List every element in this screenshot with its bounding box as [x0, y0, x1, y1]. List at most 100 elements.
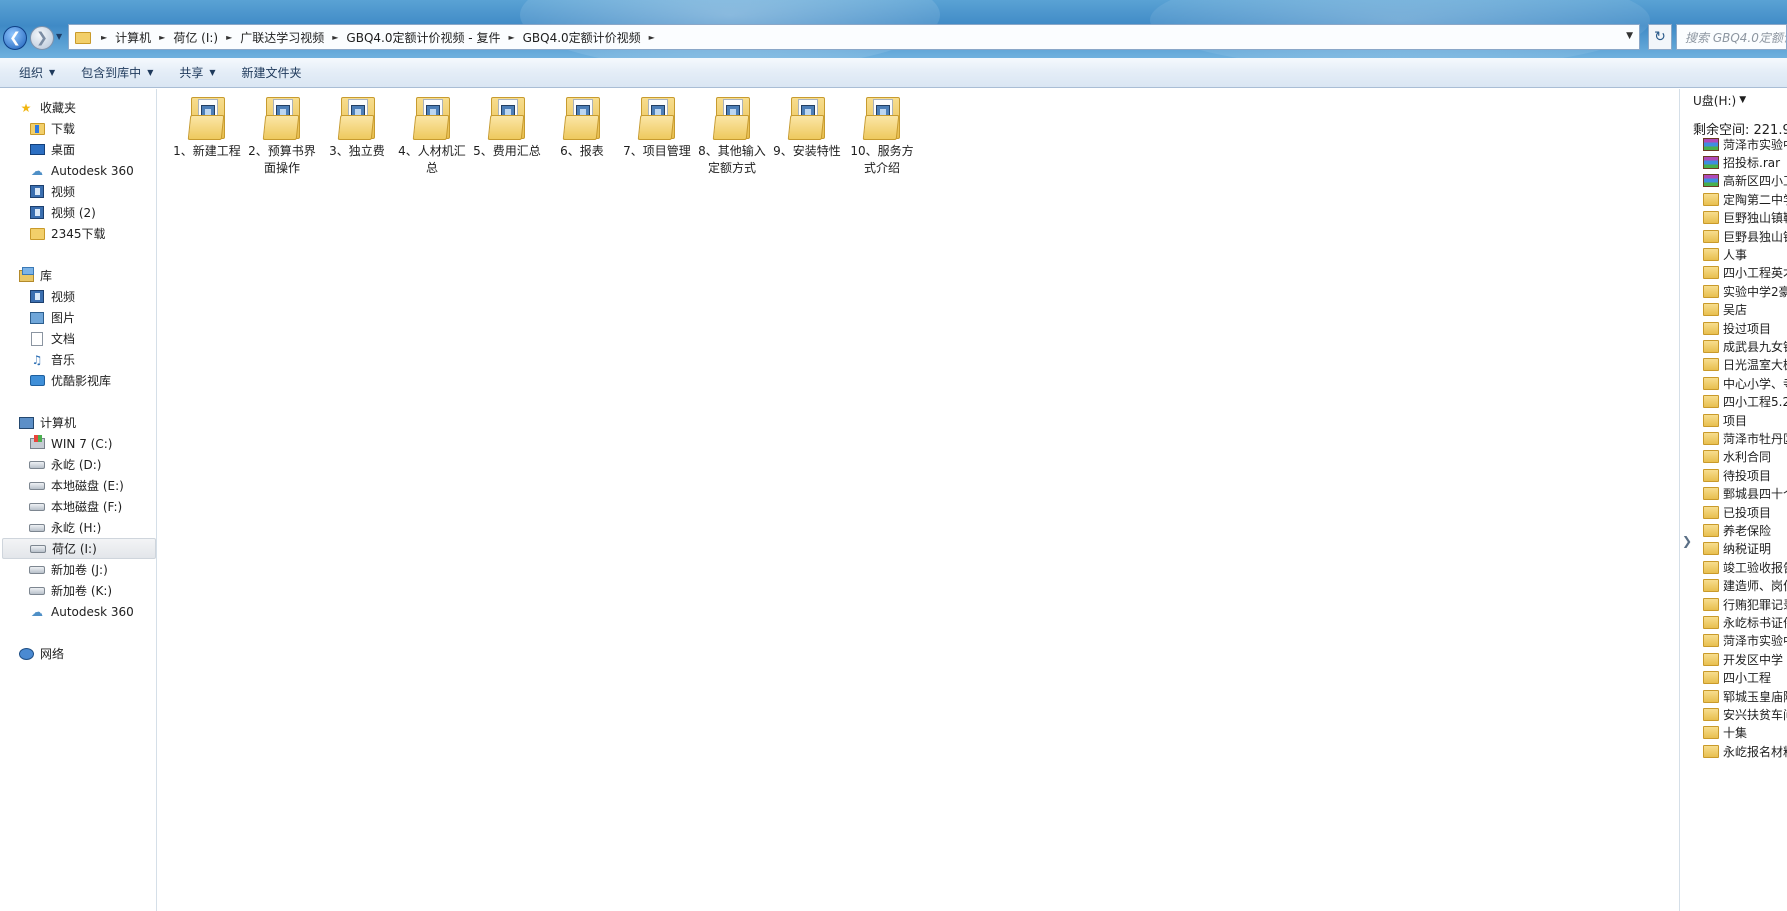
nav-item-lib-documents[interactable]: 文档 [29, 328, 75, 349]
list-item[interactable]: 项目 [1703, 411, 1747, 429]
folder-item[interactable]: 2、预算书界面操作 [248, 93, 316, 177]
list-item[interactable]: 投过项目 [1703, 319, 1771, 337]
nav-item-autodesk360[interactable]: ☁ Autodesk 360 [29, 160, 134, 181]
address-bar[interactable]: ► 计算机 ► 荷亿 (I:) ► 广联达学习视频 ► GBQ4.0定额计价视频… [68, 24, 1640, 50]
list-item[interactable]: 招投标.rar [1703, 153, 1780, 171]
nav-network[interactable]: 网络 [18, 643, 64, 664]
breadcrumb-folder[interactable]: 广联达学习视频 [240, 29, 324, 46]
folder-item[interactable]: 8、其他输入定额方式 [698, 93, 766, 177]
list-item[interactable]: 菏泽市实验中 [1703, 135, 1787, 153]
nav-item-videos[interactable]: 视频 [29, 181, 75, 202]
breadcrumb-separator-icon[interactable]: ► [159, 33, 165, 42]
list-item[interactable]: 已投项目 [1703, 503, 1771, 521]
list-item[interactable]: 实验中学2豪 [1703, 282, 1787, 300]
list-item[interactable]: 开发区中学 [1703, 650, 1783, 668]
list-item[interactable]: 养老保险 [1703, 521, 1771, 539]
list-item[interactable]: 人事 [1703, 245, 1747, 263]
list-item[interactable]: 建造师、岗位 [1703, 577, 1787, 595]
folder-item[interactable]: 9、安装特性 [773, 93, 841, 160]
folder-item[interactable]: 3、独立费 [324, 93, 390, 160]
forward-button[interactable]: ❯ [30, 26, 54, 50]
navigation-pane[interactable]: ★ 收藏夹 下载 桌面 ☁ Autodesk 360 视频 视频 (2) 2345下… [0, 89, 157, 911]
folder-icon [1703, 579, 1719, 593]
folder-item[interactable]: 4、人材机汇总 [398, 93, 466, 177]
nav-libraries[interactable]: 库 [18, 265, 52, 286]
folder-item[interactable]: 6、报表 [549, 93, 615, 160]
organize-button[interactable]: 组织 ▼ [10, 62, 64, 84]
list-item[interactable]: 四小工程5.2 [1703, 393, 1787, 411]
nav-item-drive-i[interactable]: 荷亿 (I:) [2, 538, 156, 559]
list-item[interactable]: 十集 [1703, 724, 1747, 742]
nav-item-drive-j[interactable]: 新加卷 (J:) [29, 559, 108, 580]
breadcrumb-separator-icon[interactable]: ► [226, 33, 232, 42]
breadcrumb-separator-icon[interactable]: ► [508, 33, 514, 42]
back-button[interactable]: ❮ [3, 26, 27, 50]
folder-item[interactable]: 7、项目管理 [623, 93, 691, 160]
list-item[interactable]: 四小工程英才 [1703, 264, 1787, 282]
list-item-label: 四小工程 [1723, 671, 1772, 686]
list-item[interactable]: 永屹报名材料 [1703, 742, 1787, 760]
list-item[interactable]: 巨野独山镇鞘 [1703, 209, 1787, 227]
list-item[interactable]: 安兴扶贫车间 [1703, 705, 1787, 723]
nav-item-drive-d[interactable]: 永屹 (D:) [29, 454, 101, 475]
list-item[interactable]: 鄄城县四十个 [1703, 485, 1787, 503]
list-item[interactable]: 中心小学、寺 [1703, 374, 1787, 392]
folder-item[interactable]: 5、费用汇总 [473, 93, 541, 160]
folder-item[interactable]: 10、服务方式介绍 [849, 93, 915, 177]
list-item[interactable]: 高新区四小工 [1703, 172, 1787, 190]
list-item[interactable]: 吴店 [1703, 301, 1747, 319]
address-dropdown-icon[interactable]: ▼ [1626, 31, 1633, 41]
list-item[interactable]: 菏泽市实验中 [1703, 632, 1787, 650]
list-item[interactable]: 竣工验收报告 [1703, 558, 1787, 576]
nav-item-lib-youku[interactable]: 优酷影视库 [29, 370, 111, 391]
nav-item-drive-k[interactable]: 新加卷 (K:) [29, 580, 112, 601]
search-input[interactable]: 搜索 GBQ4.0定额计价视频 [1676, 24, 1787, 50]
nav-item-drive-f[interactable]: 本地磁盘 (F:) [29, 496, 122, 517]
list-item[interactable]: 行贿犯罪记录 [1703, 595, 1787, 613]
breadcrumb-separator-icon[interactable]: ► [101, 33, 107, 42]
refresh-button[interactable]: ↻ [1648, 24, 1672, 50]
folder-icon [29, 227, 45, 241]
list-item[interactable]: 定陶第二中学 [1703, 190, 1787, 208]
drive-selector[interactable]: U盘(H:) ▼ [1693, 91, 1746, 109]
nav-item-lib-videos[interactable]: 视频 [29, 286, 75, 307]
list-item[interactable]: 水利合同 [1703, 448, 1771, 466]
nav-item-drive-h[interactable]: 永屹 (H:) [29, 517, 101, 538]
nav-item-downloads[interactable]: 下载 [29, 118, 75, 139]
list-item[interactable]: 纳税证明 [1703, 540, 1771, 558]
list-item[interactable]: 郓城玉皇庙附 [1703, 687, 1787, 705]
nav-item-drive-e[interactable]: 本地磁盘 (E:) [29, 475, 124, 496]
nav-item-drive-c[interactable]: WIN 7 (C:) [29, 433, 112, 454]
nav-item-2345-downloads[interactable]: 2345下载 [29, 223, 106, 244]
nav-item-videos-2[interactable]: 视频 (2) [29, 202, 96, 223]
list-item[interactable]: 日光温室大棚 [1703, 356, 1787, 374]
breadcrumb-computer[interactable]: 计算机 [115, 29, 151, 46]
list-item[interactable]: 待投项目 [1703, 466, 1771, 484]
breadcrumb-separator-icon[interactable]: ► [649, 33, 655, 42]
breadcrumb-folder[interactable]: GBQ4.0定额计价视频 - 复件 [346, 29, 500, 46]
share-button[interactable]: 共享 ▼ [170, 62, 224, 84]
new-folder-button[interactable]: 新建文件夹 [233, 62, 311, 84]
nav-item-lib-music[interactable]: ♫ 音乐 [29, 349, 75, 370]
nav-item-autodesk360-computer[interactable]: ☁ Autodesk 360 [29, 601, 134, 622]
nav-computer[interactable]: 计算机 [18, 412, 76, 433]
list-item[interactable]: 巨野县独山镇 [1703, 227, 1787, 245]
list-item[interactable]: 四小工程 [1703, 669, 1771, 687]
nav-item-desktop[interactable]: 桌面 [29, 139, 75, 160]
secondary-pane[interactable]: U盘(H:)▼ 剩余空间: 221.96 菏泽市实验中招投标.rar高新区四小工… [1693, 89, 1787, 911]
folder-name: 7、项目管理 [623, 144, 691, 158]
list-item[interactable]: 成武县九女镇 [1703, 337, 1787, 355]
nav-item-lib-pictures[interactable]: 图片 [29, 307, 75, 328]
nav-favorites[interactable]: ★ 收藏夹 [18, 97, 76, 118]
recent-pages-dropdown[interactable]: ▼ [56, 32, 66, 44]
breadcrumb-separator-icon[interactable]: ► [332, 33, 338, 42]
pane-splitter[interactable]: ❯ [1679, 89, 1693, 911]
folder-item[interactable]: 1、新建工程 [173, 93, 241, 160]
include-in-library-button[interactable]: 包含到库中 ▼ [72, 62, 162, 84]
breadcrumb-drive[interactable]: 荷亿 (I:) [173, 29, 218, 46]
breadcrumb-current[interactable]: GBQ4.0定额计价视频 [523, 29, 641, 46]
chevron-right-icon[interactable]: ❯ [1682, 529, 1692, 553]
file-list[interactable]: 1、新建工程 2、预算书界面操作 3、独立费 4、人材机汇总 5、费用汇总 6、… [158, 89, 1679, 911]
list-item[interactable]: 菏泽市牡丹区 [1703, 429, 1787, 447]
list-item[interactable]: 永屹标书证件 [1703, 613, 1787, 631]
